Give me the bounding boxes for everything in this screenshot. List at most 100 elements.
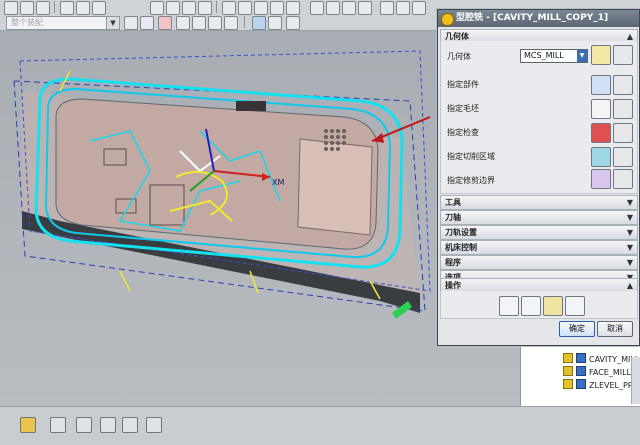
chevron-down-icon: ▼ [626, 213, 633, 222]
specify-check-label: 指定检查 [447, 128, 479, 137]
chevron-down-icon[interactable]: ▼ [106, 17, 119, 29]
toolbar-divider [244, 16, 245, 28]
operation-icon [576, 353, 586, 363]
operation-navigator: CAVITY_MILL_C FACE_MILLING_ ZLEVEL_PROFI… [520, 340, 640, 407]
key-icon [563, 379, 573, 389]
specify-trim-label: 指定修剪边界 [447, 176, 495, 185]
crosshair-icon[interactable] [50, 417, 66, 433]
toolbar-icon[interactable] [176, 16, 190, 30]
gear-icon [441, 13, 454, 26]
specify-blank-label: 指定毛坯 [447, 104, 479, 113]
toolbar-icon[interactable] [182, 1, 196, 15]
snap-point-icon[interactable] [158, 16, 172, 30]
toolbar-icon[interactable] [286, 16, 300, 30]
cancel-button[interactable]: 取消 [597, 321, 633, 337]
toolbar-icon[interactable] [380, 1, 394, 15]
toolbar-icon[interactable] [358, 1, 372, 15]
selection-filter-combo[interactable]: 整个装配 ▼ [6, 16, 120, 30]
specify-blank-button[interactable] [591, 99, 611, 119]
section-program[interactable]: 程序 ▼ [440, 255, 638, 270]
replay-icon[interactable] [521, 296, 541, 316]
section-machine-control[interactable]: 机床控制 ▼ [440, 240, 638, 255]
tree-item[interactable]: FACE_MILLING_ [563, 366, 640, 378]
toolbar-icon[interactable] [20, 1, 34, 15]
toolbar-icon[interactable] [268, 16, 282, 30]
slot [236, 101, 266, 111]
verify-icon[interactable] [543, 296, 563, 316]
specify-trim-button[interactable] [591, 169, 611, 189]
specify-check-button[interactable] [591, 123, 611, 143]
toolbar-icon[interactable] [222, 1, 236, 15]
geometry-label: 几何体 [447, 52, 471, 61]
section-label: 工具 [445, 198, 461, 207]
flashlight-icon[interactable] [613, 123, 633, 143]
geometry-select[interactable]: MCS_MILL ▼ [520, 49, 588, 63]
dialog-title: 型腔铣 - [CAVITY_MILL_COPY_1] [456, 13, 609, 23]
specify-part-button[interactable] [591, 75, 611, 95]
selection-filter-value: 整个装配 [11, 18, 43, 27]
chevron-down-icon: ▼ [626, 198, 633, 207]
cavity-mill-dialog: 型腔铣 - [CAVITY_MILL_COPY_1] 几何体 ▲ 几何体 MCS… [437, 9, 640, 346]
section-tool-axis[interactable]: 刀轴 ▼ [440, 210, 638, 225]
toolbar-icon[interactable] [254, 1, 268, 15]
navigator-scrollbar[interactable] [631, 357, 640, 404]
toolbar-icon[interactable] [60, 1, 74, 15]
edit-geometry-button[interactable] [613, 45, 633, 65]
snap-icon[interactable] [124, 16, 138, 30]
section-label: 刀轴 [445, 213, 461, 222]
toolbar-icon[interactable] [92, 1, 106, 15]
toolbar-icon[interactable] [326, 1, 340, 15]
toolbar-icon[interactable] [4, 1, 18, 15]
toolbar-icon[interactable] [122, 417, 138, 433]
chevron-down-icon: ▼ [626, 258, 633, 267]
flashlight-icon[interactable] [613, 169, 633, 189]
operation-tool-icon[interactable] [20, 417, 36, 433]
geometry-panel: 几何体 MCS_MILL ▼ 指定部件 指定毛坯 指定检查 指定切削区域 指定修… [440, 41, 638, 194]
flashlight-icon[interactable] [613, 75, 633, 95]
layer-icon[interactable] [252, 16, 266, 30]
specify-part-label: 指定部件 [447, 80, 479, 89]
toolbar-icon[interactable] [166, 1, 180, 15]
actions-panel [440, 291, 638, 319]
specify-cut-area-button[interactable] [591, 147, 611, 167]
toolbar-icon[interactable] [208, 16, 222, 30]
tool-icon[interactable] [76, 417, 92, 433]
toolbar-icon[interactable] [396, 1, 410, 15]
toolbar-icon[interactable] [310, 1, 324, 15]
list-icon[interactable] [565, 296, 585, 316]
toolbar-icon[interactable] [100, 417, 116, 433]
toolbar-icon[interactable] [342, 1, 356, 15]
section-label: 刀轨设置 [445, 228, 477, 237]
select-icon[interactable] [140, 16, 154, 30]
tree-item[interactable]: CAVITY_MILL_C [563, 353, 640, 365]
toolbar-icon[interactable] [36, 1, 50, 15]
toolbar-icon[interactable] [76, 1, 90, 15]
toolbar-icon[interactable] [192, 16, 206, 30]
operation-icon [576, 366, 586, 376]
ok-button[interactable]: 确定 [559, 321, 595, 337]
flashlight-icon[interactable] [613, 99, 633, 119]
toolbar-divider [216, 1, 217, 13]
toolbar-icon[interactable] [198, 1, 212, 15]
chevron-down-icon: ▼ [626, 243, 633, 252]
toolbar-icon[interactable] [286, 1, 300, 15]
section-tool[interactable]: 工具 ▼ [440, 195, 638, 210]
tree-item[interactable]: ZLEVEL_PROFILE [563, 379, 640, 391]
geometry-select-value: MCS_MILL [524, 51, 564, 60]
flashlight-icon[interactable] [613, 147, 633, 167]
toolbar-icon[interactable] [150, 1, 164, 15]
new-geometry-button[interactable] [591, 45, 611, 65]
chevron-down-icon[interactable]: ▼ [577, 50, 587, 62]
dialog-titlebar[interactable]: 型腔铣 - [CAVITY_MILL_COPY_1] [438, 10, 639, 27]
toolbar-icon[interactable] [224, 16, 238, 30]
section-path-settings[interactable]: 刀轨设置 ▼ [440, 225, 638, 240]
operation-icon [576, 379, 586, 389]
axis-label: XM [272, 178, 284, 187]
toolbar-icon[interactable] [238, 1, 252, 15]
generate-icon[interactable] [499, 296, 519, 316]
toolbar-icon[interactable] [270, 1, 284, 15]
chevron-down-icon: ▼ [626, 228, 633, 237]
toolbar-icon[interactable] [412, 1, 426, 15]
toolbar-icon[interactable] [146, 417, 162, 433]
section-label: 程序 [445, 258, 461, 267]
